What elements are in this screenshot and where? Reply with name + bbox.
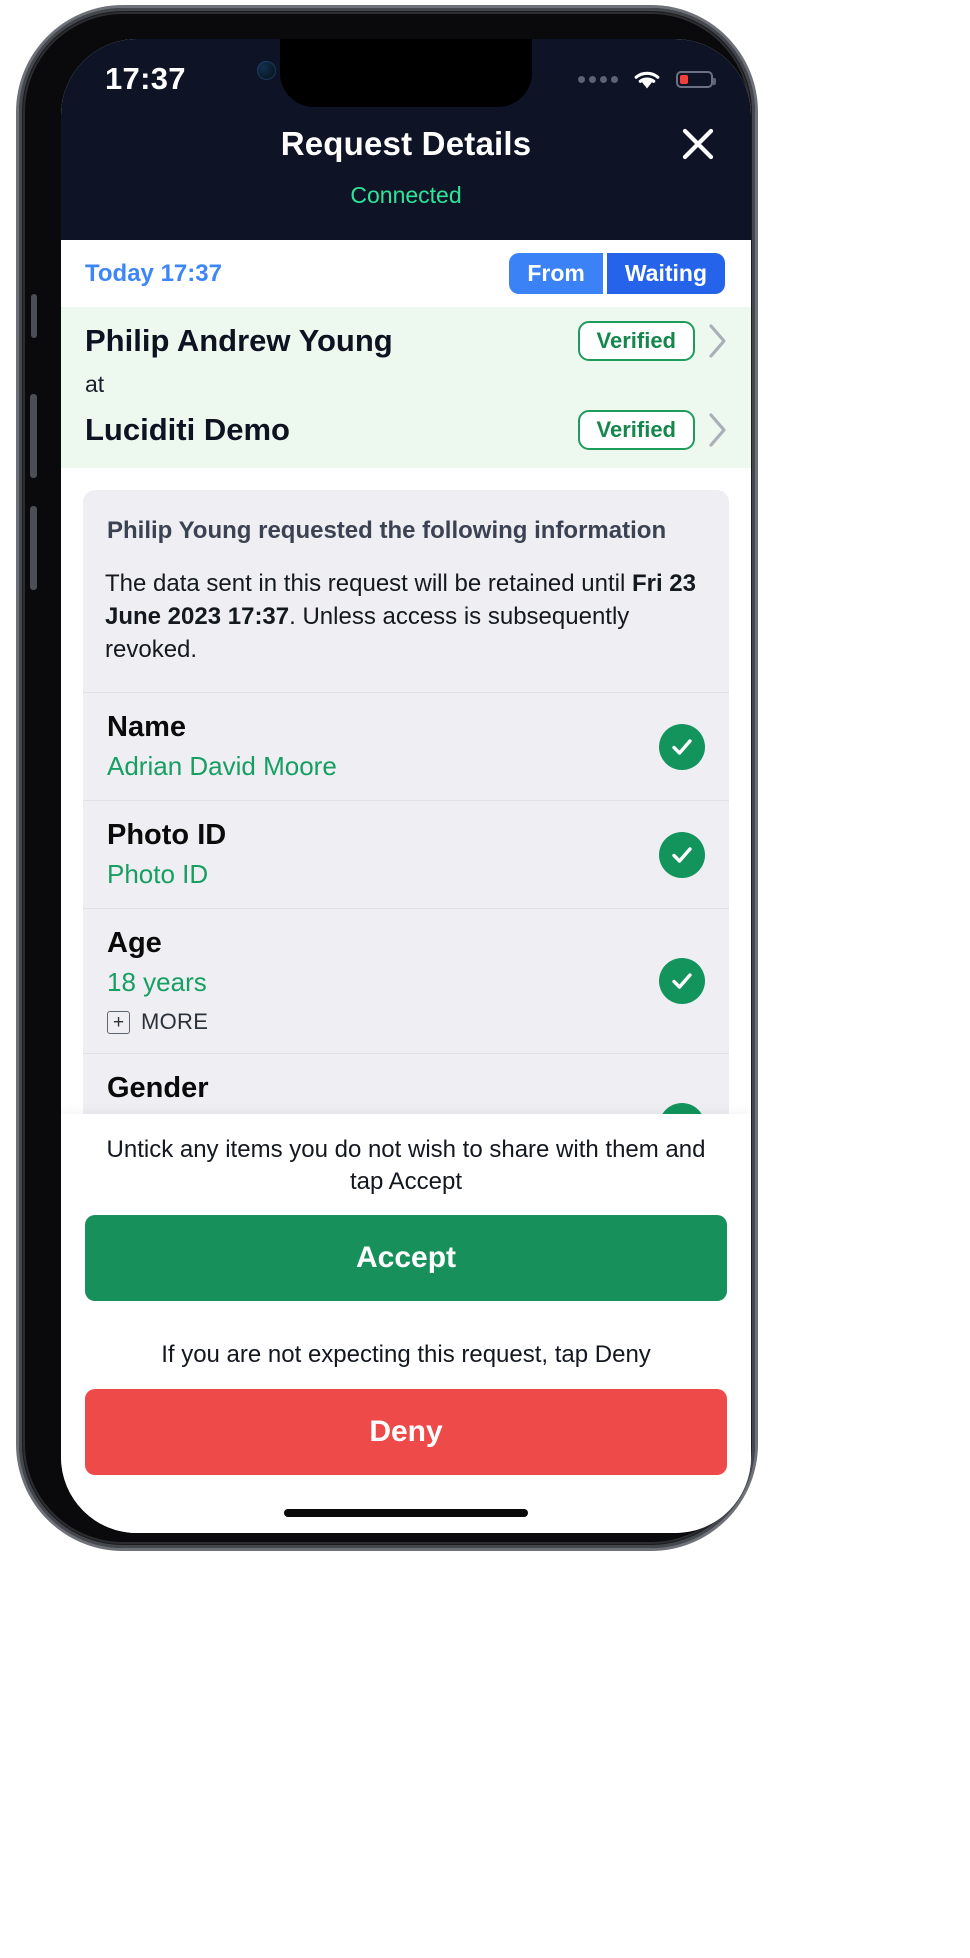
- row-label: Name: [107, 711, 186, 744]
- request-card-wrapper: Philip Young requested the following inf…: [61, 468, 751, 1199]
- party-name: Philip Andrew Young: [85, 323, 393, 358]
- status-bar-time: 17:37: [105, 61, 186, 96]
- verified-badge: Verified: [577, 410, 695, 450]
- row-label: Photo ID: [107, 819, 227, 852]
- deny-hint: If you are not expecting this request, t…: [161, 1341, 651, 1369]
- row-value: 18 years: [107, 967, 208, 998]
- request-card-heading: Philip Young requested the following inf…: [107, 517, 667, 544]
- request-card: Philip Young requested the following inf…: [83, 490, 729, 1199]
- retention-notice: The data sent in this request will be re…: [83, 545, 729, 692]
- app-header: 17:37 Request Details Connected: [61, 39, 751, 240]
- party-block: Philip Andrew Young Verified at Luciditi…: [61, 307, 751, 468]
- table-row[interactable]: Name Adrian David Moore: [83, 692, 729, 800]
- row-more-label: MORE: [141, 1009, 209, 1035]
- request-badges: From Waiting: [509, 253, 725, 294]
- retention-prefix: The data sent in this request will be re…: [105, 570, 632, 597]
- phone-device-frame: 17:37 Request Details Connected Today 17…: [19, 8, 755, 1548]
- party-row-requester[interactable]: Philip Andrew Young Verified: [61, 313, 751, 369]
- party-row-organisation[interactable]: Luciditi Demo Verified: [61, 402, 751, 458]
- row-value: Adrian David Moore: [107, 751, 337, 782]
- row-value-unit: years: [143, 967, 207, 998]
- home-indicator[interactable]: [284, 1509, 528, 1517]
- party-right: Verified: [577, 321, 729, 361]
- row-content: Name Adrian David Moore: [107, 711, 337, 782]
- cellular-signal-icon: [578, 75, 618, 83]
- deny-button[interactable]: Deny: [85, 1389, 727, 1475]
- volume-down-button[interactable]: [30, 506, 37, 590]
- battery-low-icon: [676, 70, 716, 88]
- row-value-text: Photo ID: [107, 859, 209, 890]
- row-value-text: Adrian David Moore: [107, 751, 337, 782]
- status-badge: Waiting: [606, 253, 725, 294]
- request-meta-row: Today 17:37 From Waiting: [61, 240, 751, 307]
- row-label: Gender: [107, 1072, 209, 1105]
- accept-button[interactable]: Accept: [85, 1215, 727, 1302]
- accept-hint: Untick any items you do not wish to shar…: [106, 1135, 706, 1195]
- party-name: Luciditi Demo: [85, 412, 290, 447]
- header-title-row: Request Details: [61, 125, 751, 163]
- row-value-text: 18: [107, 967, 136, 998]
- row-label: Age: [107, 927, 162, 960]
- volume-up-button[interactable]: [30, 394, 37, 478]
- request-timestamp: Today 17:37: [85, 259, 222, 287]
- row-content: Age 18 years + MORE: [107, 927, 208, 1035]
- action-panel: Untick any items you do not wish to shar…: [61, 1113, 751, 1533]
- table-row[interactable]: Photo ID Photo ID: [83, 800, 729, 908]
- party-right: Verified: [577, 410, 729, 450]
- plus-icon[interactable]: +: [107, 1010, 130, 1034]
- verified-badge: Verified: [577, 321, 695, 361]
- badge-direction: From: [509, 253, 603, 294]
- status-bar: 17:37: [61, 39, 751, 107]
- table-row[interactable]: Age 18 years + MORE: [83, 908, 729, 1053]
- page-title: Request Details: [280, 125, 532, 162]
- connection-status: Connected: [350, 182, 462, 208]
- wifi-icon: [630, 67, 664, 91]
- battery-level-fill: [680, 74, 689, 84]
- check-circle-icon[interactable]: [659, 723, 705, 770]
- silent-switch[interactable]: [31, 294, 37, 338]
- row-more-toggle[interactable]: + MORE: [107, 1009, 208, 1035]
- chevron-right-icon[interactable]: [707, 323, 729, 359]
- row-value: Photo ID: [107, 859, 226, 890]
- phone-screen: 17:37 Request Details Connected Today 17…: [61, 39, 751, 1533]
- check-circle-icon[interactable]: [659, 958, 705, 1005]
- row-content: Photo ID Photo ID: [107, 819, 226, 890]
- party-connector: at: [85, 371, 105, 397]
- chevron-right-icon[interactable]: [707, 412, 729, 448]
- check-circle-icon[interactable]: [659, 831, 705, 878]
- close-icon[interactable]: [675, 121, 721, 167]
- status-bar-icons: [578, 67, 716, 91]
